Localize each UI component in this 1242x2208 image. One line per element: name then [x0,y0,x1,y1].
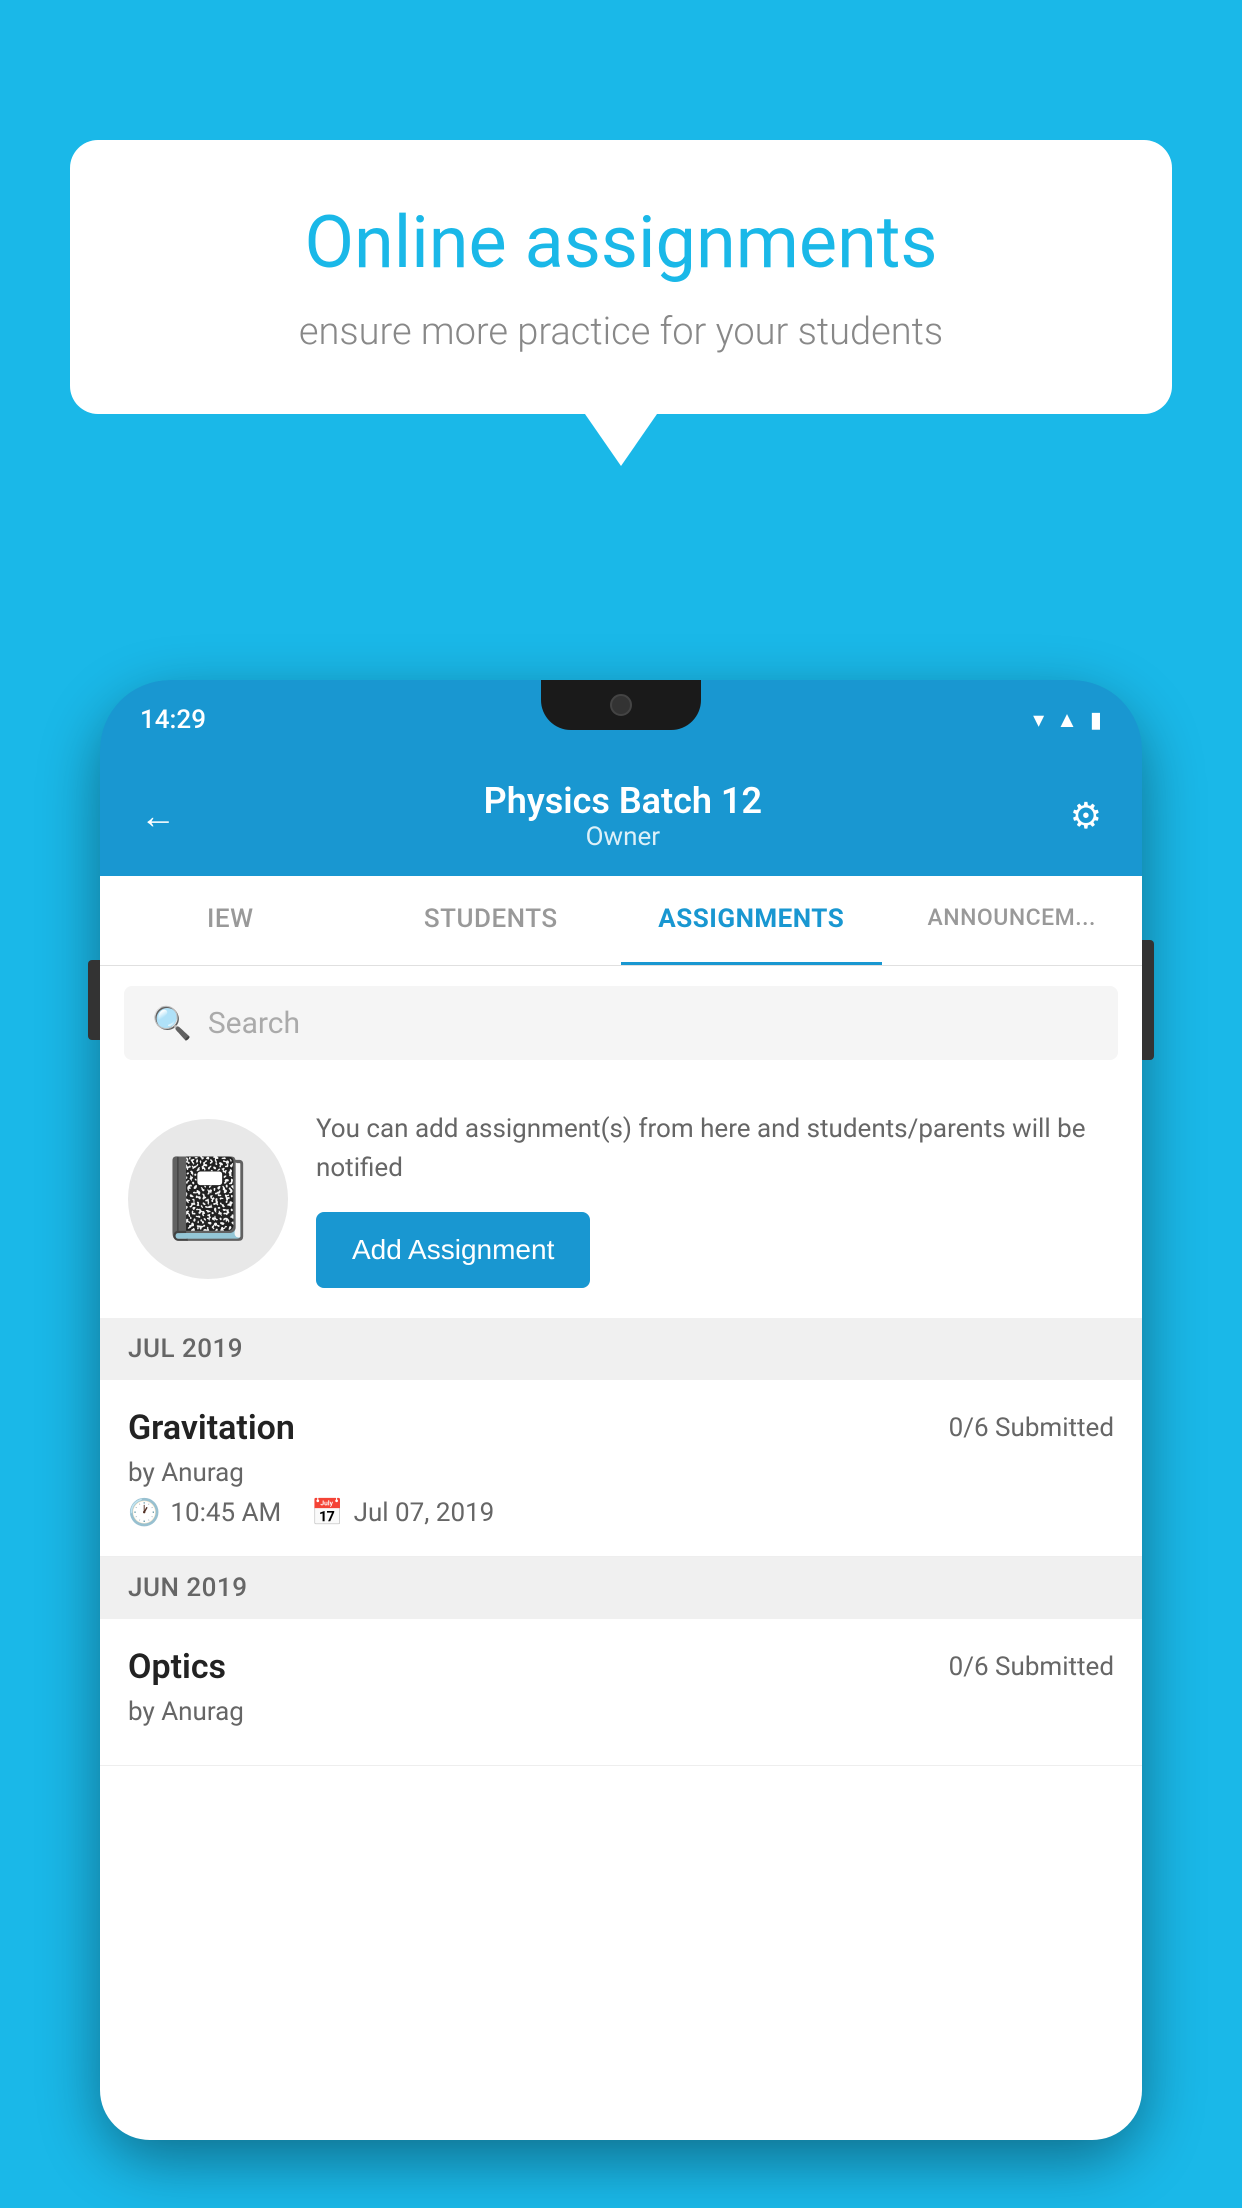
calendar-icon: 📅 [311,1498,343,1528]
header-subtitle: Owner [484,822,762,852]
assignment-submitted-optics: 0/6 Submitted [949,1652,1114,1682]
tab-students[interactable]: STUDENTS [361,876,622,965]
add-assignment-button[interactable]: Add Assignment [316,1212,590,1288]
assignment-top-row: Gravitation 0/6 Submitted [128,1408,1114,1448]
search-icon: 🔍 [152,1004,192,1042]
clock-icon: 🕐 [128,1498,160,1528]
assignment-name-gravitation: Gravitation [128,1408,295,1448]
search-bar[interactable]: 🔍 Search [124,986,1118,1060]
settings-button[interactable]: ⚙ [1070,795,1102,837]
month-label-jul: JUL 2019 [128,1334,243,1364]
tab-announcements[interactable]: ANNOUNCEM... [882,876,1143,965]
tab-iew[interactable]: IEW [100,876,361,965]
assignment-top-row-optics: Optics 0/6 Submitted [128,1647,1114,1687]
signal-icon: ▲ [1056,707,1078,733]
phone-volume-button [88,960,100,1040]
assignment-meta-gravitation: 🕐 10:45 AM 📅 Jul 07, 2019 [128,1498,1114,1528]
speech-bubble: Online assignments ensure more practice … [70,140,1172,414]
phone-container: 14:29 ▾ ▲ ▮ ← Physics Batch 12 Owner ⚙ [100,680,1142,2208]
header-title: Physics Batch 12 [484,780,762,822]
assignment-by-gravitation: by Anurag [128,1458,1114,1488]
screen-content: 🔍 Search 📓 You can add assignment(s) fro… [100,966,1142,2140]
app-header: ← Physics Batch 12 Owner ⚙ [100,760,1142,876]
info-text-area: You can add assignment(s) from here and … [316,1110,1114,1288]
assignment-item-gravitation[interactable]: Gravitation 0/6 Submitted by Anurag 🕐 10… [100,1380,1142,1557]
assignment-date: 📅 Jul 07, 2019 [311,1498,494,1528]
assignment-time-value: 10:45 AM [170,1498,281,1528]
status-bar: 14:29 ▾ ▲ ▮ [100,680,1142,760]
assignment-submitted-gravitation: 0/6 Submitted [949,1413,1114,1443]
info-card: 📓 You can add assignment(s) from here an… [100,1080,1142,1318]
phone-notch [541,680,701,730]
assignment-icon-circle: 📓 [128,1119,288,1279]
back-button[interactable]: ← [140,795,176,837]
tabs-container: IEW STUDENTS ASSIGNMENTS ANNOUNCEM... [100,876,1142,966]
phone-frame: 14:29 ▾ ▲ ▮ ← Physics Batch 12 Owner ⚙ [100,680,1142,2140]
phone-inner: 14:29 ▾ ▲ ▮ ← Physics Batch 12 Owner ⚙ [100,680,1142,2140]
assignment-notebook-icon: 📓 [158,1152,258,1246]
phone-camera [610,694,632,716]
month-header-jun: JUN 2019 [100,1557,1142,1619]
status-icons: ▾ ▲ ▮ [1033,707,1102,733]
assignment-by-optics: by Anurag [128,1697,1114,1727]
status-time: 14:29 [140,705,206,735]
phone-power-button [1142,940,1154,1060]
assignment-name-optics: Optics [128,1647,226,1687]
search-bar-container: 🔍 Search [100,966,1142,1080]
speech-bubble-tail [585,414,657,466]
battery-icon: ▮ [1090,708,1102,733]
header-center: Physics Batch 12 Owner [484,780,762,852]
month-label-jun: JUN 2019 [128,1573,247,1603]
month-header-jul: JUL 2019 [100,1318,1142,1380]
assignment-time: 🕐 10:45 AM [128,1498,281,1528]
wifi-icon: ▾ [1033,708,1044,733]
speech-bubble-container: Online assignments ensure more practice … [70,140,1172,466]
assignment-item-optics[interactable]: Optics 0/6 Submitted by Anurag [100,1619,1142,1766]
info-description: You can add assignment(s) from here and … [316,1110,1114,1188]
tab-assignments[interactable]: ASSIGNMENTS [621,876,882,965]
speech-bubble-title: Online assignments [140,200,1102,286]
speech-bubble-subtitle: ensure more practice for your students [140,310,1102,354]
assignment-date-value: Jul 07, 2019 [354,1498,495,1528]
search-placeholder: Search [208,1006,300,1041]
